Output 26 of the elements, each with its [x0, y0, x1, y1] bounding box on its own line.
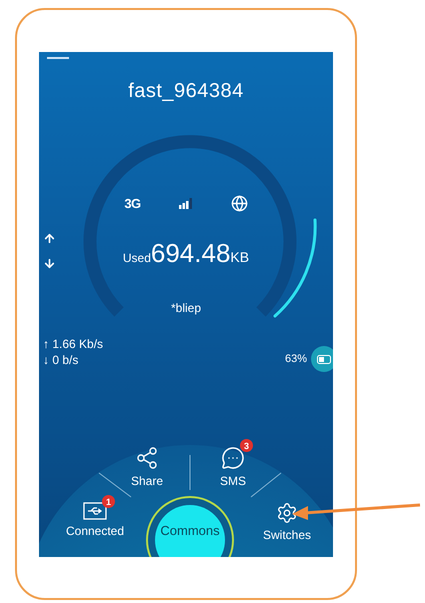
data-used: Used694.48KB [122, 238, 250, 269]
count-badge: 3 [240, 439, 253, 452]
battery-percent: 63% [284, 353, 307, 365]
menu-item[interactable]: 3 SMS [210, 438, 256, 488]
signal-icon [178, 198, 193, 209]
operator-name: *bliep [170, 301, 202, 315]
globe-icon [230, 195, 248, 212]
menu-item-label: Switches [262, 528, 312, 542]
upload-arrow-icon [43, 232, 56, 245]
settings-icon [276, 502, 298, 524]
menu-item-label: Share [130, 474, 164, 488]
usb-card-icon [83, 502, 107, 520]
menu-item-label: SMS [220, 474, 246, 488]
download-arrow-icon [43, 257, 56, 270]
chat-bubble-icon [221, 446, 245, 470]
menu-item-label: Connected [66, 524, 124, 538]
menu-item[interactable]: 1 Connected [56, 494, 134, 538]
menu-item[interactable]: Share [120, 438, 174, 488]
menu-item[interactable]: Switches [252, 494, 322, 542]
network-name: fast_964384 [128, 80, 244, 103]
transfer-speed: ↓ 0 b/s [43, 353, 80, 367]
battery-icon [311, 346, 333, 372]
network-type: 3G [124, 196, 141, 211]
commons-button[interactable]: Commons [155, 505, 225, 557]
transfer-speed: ↑ 1.66 Kb/s [43, 337, 104, 351]
share-icon [135, 446, 159, 470]
